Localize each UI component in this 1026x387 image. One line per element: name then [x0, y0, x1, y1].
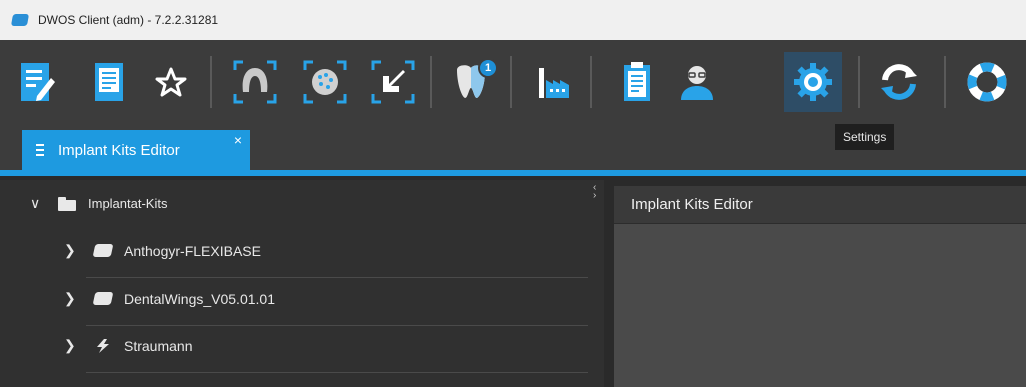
- user-button[interactable]: [668, 52, 726, 112]
- edit-order-button[interactable]: [8, 52, 66, 112]
- app-logo-icon: [10, 14, 30, 26]
- panel-splitter-handle[interactable]: ‹ ›: [593, 183, 599, 208]
- implant-kits-editor-panel: Implant Kits Editor: [614, 186, 1026, 387]
- chevron-down-icon[interactable]: ∨: [30, 195, 44, 212]
- toolbar-separator: [590, 56, 592, 108]
- jaw-scan-icon: [233, 60, 277, 104]
- implant-icon: [36, 144, 44, 156]
- import-arrow-icon: [371, 60, 415, 104]
- favorites-button[interactable]: [142, 52, 200, 112]
- tree-item-straumann[interactable]: ❯ Straumann: [64, 337, 192, 354]
- toolbar-separator: [944, 56, 946, 108]
- gear-icon: [794, 63, 832, 101]
- tree-item-anthogyr[interactable]: ❯ Anthogyr-FLEXIBASE: [64, 242, 261, 259]
- settings-button[interactable]: [784, 52, 842, 112]
- user-icon: [681, 66, 713, 100]
- window-title: DWOS Client (adm) - 7.2.2.31281: [38, 13, 219, 27]
- scan-impression-button[interactable]: [296, 52, 354, 112]
- app-window: DWOS Client (adm) - 7.2.2.31281 1 Implan…: [0, 0, 1026, 387]
- refresh-icon: [881, 64, 917, 100]
- tab-label: Implant Kits Editor: [58, 141, 180, 159]
- close-icon[interactable]: ×: [234, 132, 242, 148]
- document-edit-icon: [21, 63, 55, 101]
- help-button[interactable]: [958, 52, 1016, 112]
- tree-item-label: Straumann: [124, 337, 193, 354]
- tab-implant-kits-editor[interactable]: Implant Kits Editor ×: [22, 130, 250, 170]
- tree-item-label: Anthogyr-FLEXIBASE: [124, 242, 261, 259]
- toolbar-separator: [858, 56, 860, 108]
- reports-button[interactable]: [608, 52, 666, 112]
- chevron-right-icon[interactable]: ❯: [64, 337, 78, 354]
- tree-item-label: Implantat-Kits: [88, 196, 168, 211]
- production-button[interactable]: [526, 52, 584, 112]
- editor-title: Implant Kits Editor: [631, 196, 753, 213]
- implant-kit-icon: [92, 292, 114, 305]
- synchronize-button[interactable]: [870, 52, 928, 112]
- impression-scan-icon: [303, 60, 347, 104]
- document-list-icon: [95, 63, 123, 101]
- toolbar-separator: [210, 56, 212, 108]
- title-bar: DWOS Client (adm) - 7.2.2.31281: [0, 0, 1026, 40]
- implant-kits-tree: ∨ Implantat-Kits ❯ Anthogyr-FLEXIBASE ❯ …: [0, 180, 604, 387]
- design-tooth-button[interactable]: 1: [442, 52, 500, 112]
- straumann-logo-icon: [97, 338, 109, 353]
- import-button[interactable]: [364, 52, 422, 112]
- chevron-right-icon[interactable]: ❯: [64, 290, 78, 307]
- lifebuoy-icon: [967, 62, 1007, 102]
- tree-item-label: DentalWings_V05.01.01: [124, 290, 275, 307]
- toolbar-separator: [510, 56, 512, 108]
- tree-item-root[interactable]: ∨ Implantat-Kits: [30, 195, 167, 212]
- row-divider: [86, 372, 588, 373]
- row-divider: [86, 325, 588, 326]
- toolbar-separator: [430, 56, 432, 108]
- settings-tooltip: Settings: [835, 124, 895, 150]
- chevron-right-icon[interactable]: ❯: [64, 242, 78, 259]
- editor-header: Implant Kits Editor: [614, 186, 1026, 224]
- main-toolbar: 1: [0, 40, 1026, 124]
- scan-jaw-button[interactable]: [226, 52, 284, 112]
- folder-icon: [58, 196, 76, 211]
- notification-badge: 1: [478, 58, 498, 78]
- tab-accent-bar: [0, 170, 1026, 176]
- implant-kit-icon: [92, 244, 114, 257]
- star-icon: [155, 67, 187, 97]
- row-divider: [86, 277, 588, 278]
- factory-icon: [539, 68, 569, 98]
- clipboard-icon: [624, 62, 650, 101]
- tree-item-dentalwings[interactable]: ❯ DentalWings_V05.01.01: [64, 290, 275, 307]
- order-list-button[interactable]: [80, 52, 138, 112]
